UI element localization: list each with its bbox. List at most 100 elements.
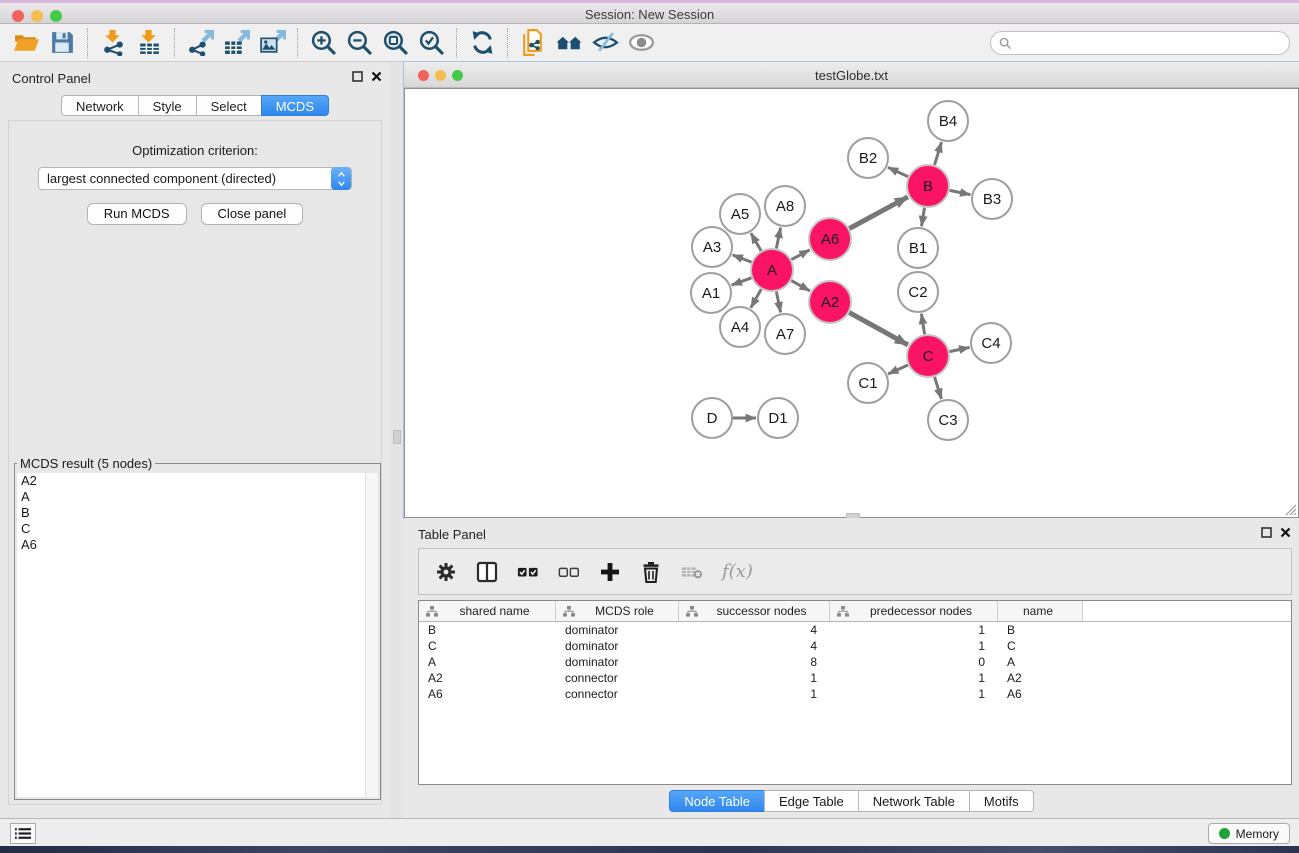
column-header-successor-nodes[interactable]: successor nodes — [679, 601, 830, 621]
graph-edge-C-C2[interactable] — [921, 314, 924, 335]
zoom-fit-icon[interactable] — [377, 27, 413, 59]
mcds-result-item[interactable]: A — [17, 489, 378, 505]
column-header-name[interactable]: name — [998, 601, 1083, 621]
table-row[interactable]: Bdominator41B — [419, 622, 1291, 638]
tab-edge-table[interactable]: Edge Table — [764, 790, 859, 812]
tab-node-table[interactable]: Node Table — [669, 790, 765, 812]
graph-edge-C-C1[interactable] — [888, 365, 908, 374]
settings-icon[interactable] — [435, 561, 457, 583]
open-session-icon[interactable] — [8, 27, 44, 59]
graph-node-A1[interactable]: A1 — [691, 273, 731, 313]
graph-edge-A-A8[interactable] — [776, 228, 780, 249]
mcds-result-item[interactable]: B — [17, 505, 378, 521]
graph-node-B4[interactable]: B4 — [928, 101, 968, 141]
save-session-icon[interactable] — [44, 27, 80, 59]
vertical-splitter[interactable] — [390, 62, 404, 818]
graph-edge-A-A7[interactable] — [776, 292, 780, 313]
export-table-icon[interactable] — [218, 27, 254, 59]
split-columns-icon[interactable] — [476, 561, 498, 583]
mcds-result-item[interactable]: A2 — [17, 473, 378, 489]
graph-edge-C-C3[interactable] — [935, 377, 942, 399]
deselect-all-checkboxes-icon[interactable] — [558, 561, 580, 583]
mcds-result-item[interactable]: C — [17, 521, 378, 537]
mcds-list-scrollbar[interactable] — [365, 473, 378, 797]
zoom-in-icon[interactable] — [305, 27, 341, 59]
memory-button[interactable]: Memory — [1208, 823, 1290, 844]
import-table-icon[interactable] — [131, 27, 167, 59]
close-panel-icon[interactable] — [371, 71, 382, 82]
mcds-result-item[interactable]: A6 — [17, 537, 378, 553]
table-row[interactable]: Adominator80A — [419, 654, 1291, 670]
graph-node-C1[interactable]: C1 — [848, 363, 888, 403]
graph-edge-A2-C[interactable] — [849, 313, 908, 345]
float-panel-icon[interactable] — [352, 71, 363, 82]
delete-column-icon[interactable] — [640, 561, 662, 583]
graph-node-B2[interactable]: B2 — [848, 138, 888, 178]
hide-graphics-details-icon[interactable] — [587, 27, 623, 59]
graph-node-C4[interactable]: C4 — [971, 323, 1011, 363]
graph-edge-A-A1[interactable] — [732, 278, 752, 285]
graph-edge-C-C4[interactable] — [950, 347, 970, 351]
graph-edge-B-B2[interactable] — [888, 167, 908, 176]
column-header-shared-name[interactable]: shared name — [419, 601, 556, 621]
table-row[interactable]: A2connector11A2 — [419, 670, 1291, 686]
graph-edge-A-A6[interactable] — [791, 250, 809, 260]
import-network-icon[interactable] — [95, 27, 131, 59]
table-row[interactable]: Cdominator41C — [419, 638, 1291, 654]
float-table-panel-icon[interactable] — [1261, 527, 1272, 538]
add-column-icon[interactable] — [599, 561, 621, 583]
zoom-selected-icon[interactable] — [413, 27, 449, 59]
graph-edge-B-B3[interactable] — [950, 190, 971, 194]
graph-node-B1[interactable]: B1 — [898, 228, 938, 268]
network-window-titlebar[interactable]: testGlobe.txt — [404, 62, 1299, 88]
graph-edge-A-A4[interactable] — [751, 289, 761, 308]
run-mcds-button[interactable]: Run MCDS — [87, 203, 187, 225]
search-input[interactable] — [990, 31, 1290, 55]
graph-node-A5[interactable]: A5 — [720, 194, 760, 234]
tab-style[interactable]: Style — [138, 95, 197, 116]
graph-node-C[interactable]: C — [907, 335, 949, 377]
column-header-predecessor-nodes[interactable]: predecessor nodes — [830, 601, 998, 621]
graph-node-D1[interactable]: D1 — [758, 398, 798, 438]
graph-node-D[interactable]: D — [692, 398, 732, 438]
select-all-checkboxes-icon[interactable] — [517, 561, 539, 583]
graph-node-B[interactable]: B — [907, 165, 949, 207]
delete-table-icon[interactable] — [681, 561, 703, 583]
column-header-mcds-role[interactable]: MCDS role — [556, 601, 679, 621]
table-row[interactable]: A6connector11A6 — [419, 686, 1291, 702]
task-history-button[interactable] — [10, 823, 36, 844]
graph-node-B3[interactable]: B3 — [972, 179, 1012, 219]
show-graphics-details-icon[interactable] — [623, 27, 659, 59]
graph-node-C3[interactable]: C3 — [928, 400, 968, 440]
close-panel-button[interactable]: Close panel — [201, 203, 304, 225]
home-icon[interactable] — [551, 27, 587, 59]
graph-node-A6[interactable]: A6 — [809, 218, 851, 260]
export-network-icon[interactable] — [182, 27, 218, 59]
tab-network[interactable]: Network — [61, 95, 139, 116]
tab-network-table[interactable]: Network Table — [858, 790, 970, 812]
function-builder-icon[interactable]: f(x) — [722, 561, 753, 582]
graph-node-A4[interactable]: A4 — [720, 307, 760, 347]
network-canvas[interactable]: A A1 A2 A3 A4 A5 A6 A7 A8 B B1 B2 B3B4 C C1 C2 C3C4 D D1 — [404, 88, 1299, 518]
clone-network-icon[interactable] — [515, 27, 551, 59]
graph-node-A2[interactable]: A2 — [809, 281, 851, 323]
graph-edge-A-A2[interactable] — [791, 281, 810, 291]
zoom-out-icon[interactable] — [341, 27, 377, 59]
graph-edge-B-B4[interactable] — [935, 142, 942, 165]
criterion-select[interactable]: largest connected component (directed) — [38, 167, 352, 190]
graph-edge-A-A3[interactable] — [733, 255, 752, 262]
graph-node-A7[interactable]: A7 — [765, 314, 805, 354]
refresh-icon[interactable] — [464, 27, 500, 59]
graph-node-A[interactable]: A — [751, 249, 793, 291]
splitter-grip[interactable] — [393, 430, 401, 444]
graph-node-A3[interactable]: A3 — [692, 227, 732, 267]
tab-mcds[interactable]: MCDS — [261, 95, 329, 116]
tab-motifs[interactable]: Motifs — [969, 790, 1034, 812]
export-image-icon[interactable] — [254, 27, 290, 59]
graph-edge-A-A5[interactable] — [751, 233, 761, 251]
graph-edge-A6-B[interactable] — [849, 197, 907, 229]
graph-node-C2[interactable]: C2 — [898, 272, 938, 312]
resize-grip-icon[interactable] — [1283, 502, 1296, 515]
graph-node-A8[interactable]: A8 — [765, 186, 805, 226]
tab-select[interactable]: Select — [196, 95, 262, 116]
